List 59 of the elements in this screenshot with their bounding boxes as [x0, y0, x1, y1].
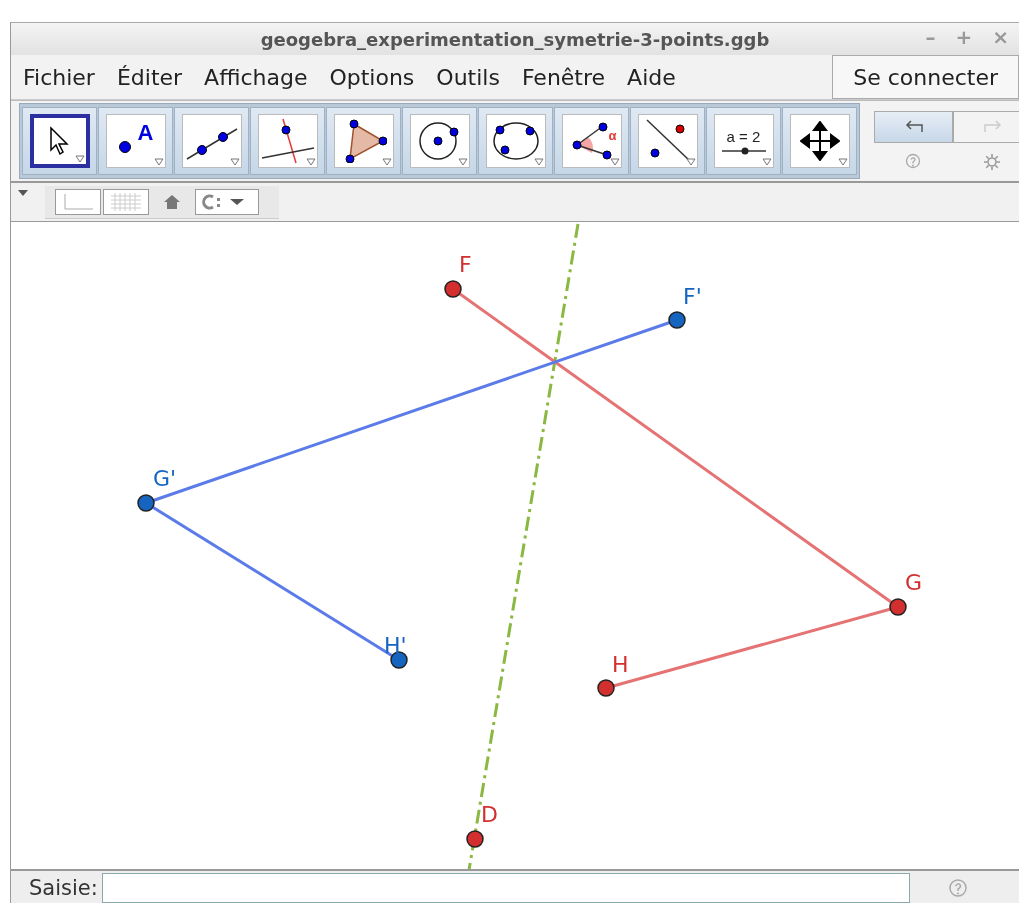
point-label: H'	[384, 633, 407, 658]
menu-item[interactable]: Fichier	[11, 64, 106, 90]
arrow-cursor-icon	[48, 126, 71, 156]
dropdown-triangle-icon	[381, 158, 392, 166]
menu-item[interactable]: Affichage	[193, 64, 319, 90]
grid-toggle-button[interactable]	[103, 188, 149, 215]
point-label: F	[459, 252, 472, 277]
point[interactable]	[466, 830, 484, 848]
tool-button[interactable]	[250, 107, 325, 175]
move-arrows-icon	[799, 121, 840, 161]
window-title: geogebra_experimentation_symetrie-3-points.ggb	[260, 28, 770, 50]
dropdown-triangle-icon	[761, 158, 772, 166]
dropdown-triangle-icon	[533, 158, 544, 166]
menu-item[interactable]: Aide	[616, 64, 687, 90]
ellipse-icon	[491, 120, 540, 162]
home-icon[interactable]	[163, 193, 181, 210]
undo-button[interactable]	[874, 111, 953, 143]
dropdown-triangle-icon	[685, 158, 696, 166]
point-capture-dropdown[interactable]	[195, 188, 259, 215]
dropdown-triangle-icon	[153, 158, 164, 166]
dropdown-triangle-icon	[457, 158, 468, 166]
point-label: H	[612, 652, 629, 677]
point[interactable]	[597, 679, 615, 697]
tool-button[interactable]: α	[554, 107, 629, 175]
axes-toggle-button[interactable]	[55, 188, 101, 215]
menu-item[interactable]: Outils	[425, 64, 511, 90]
perpendicular-line-icon	[260, 118, 315, 164]
point-label: G	[905, 570, 923, 595]
tool-button[interactable]	[402, 107, 477, 175]
point[interactable]	[137, 494, 155, 512]
input-field[interactable]	[101, 872, 910, 903]
tool-button[interactable]	[174, 107, 249, 175]
menu-item[interactable]: Options	[318, 64, 426, 90]
tool-button[interactable]	[478, 107, 553, 175]
point-label: F'	[683, 284, 702, 309]
login-button[interactable]: Se connecter	[832, 55, 1019, 99]
input-label: Saisie:	[29, 875, 98, 900]
dropdown-triangle-icon	[305, 158, 316, 166]
tool-button[interactable]: A	[98, 107, 173, 175]
dropdown-triangle-icon	[609, 158, 620, 166]
dropdown-triangle-icon	[74, 155, 85, 163]
tool-button[interactable]	[22, 107, 97, 175]
point-label: G'	[153, 466, 177, 491]
menu-item[interactable]: Fenêtre	[510, 64, 617, 90]
dropdown-triangle-icon	[229, 158, 240, 166]
settings-icon[interactable]	[983, 153, 1001, 171]
tool-button[interactable]: a = 2	[706, 107, 781, 175]
tool-button[interactable]	[326, 107, 401, 175]
point[interactable]	[444, 280, 462, 298]
point[interactable]	[390, 651, 408, 669]
redo-icon	[981, 120, 1004, 134]
collapse-triangle-icon[interactable]	[17, 189, 29, 197]
menu-item[interactable]: Éditer	[105, 64, 194, 90]
dropdown-triangle-icon	[837, 158, 848, 166]
point[interactable]	[889, 598, 907, 616]
point-label: D	[481, 802, 498, 827]
tool-button[interactable]	[630, 107, 705, 175]
tool-button[interactable]	[782, 107, 857, 175]
point[interactable]	[668, 311, 686, 329]
